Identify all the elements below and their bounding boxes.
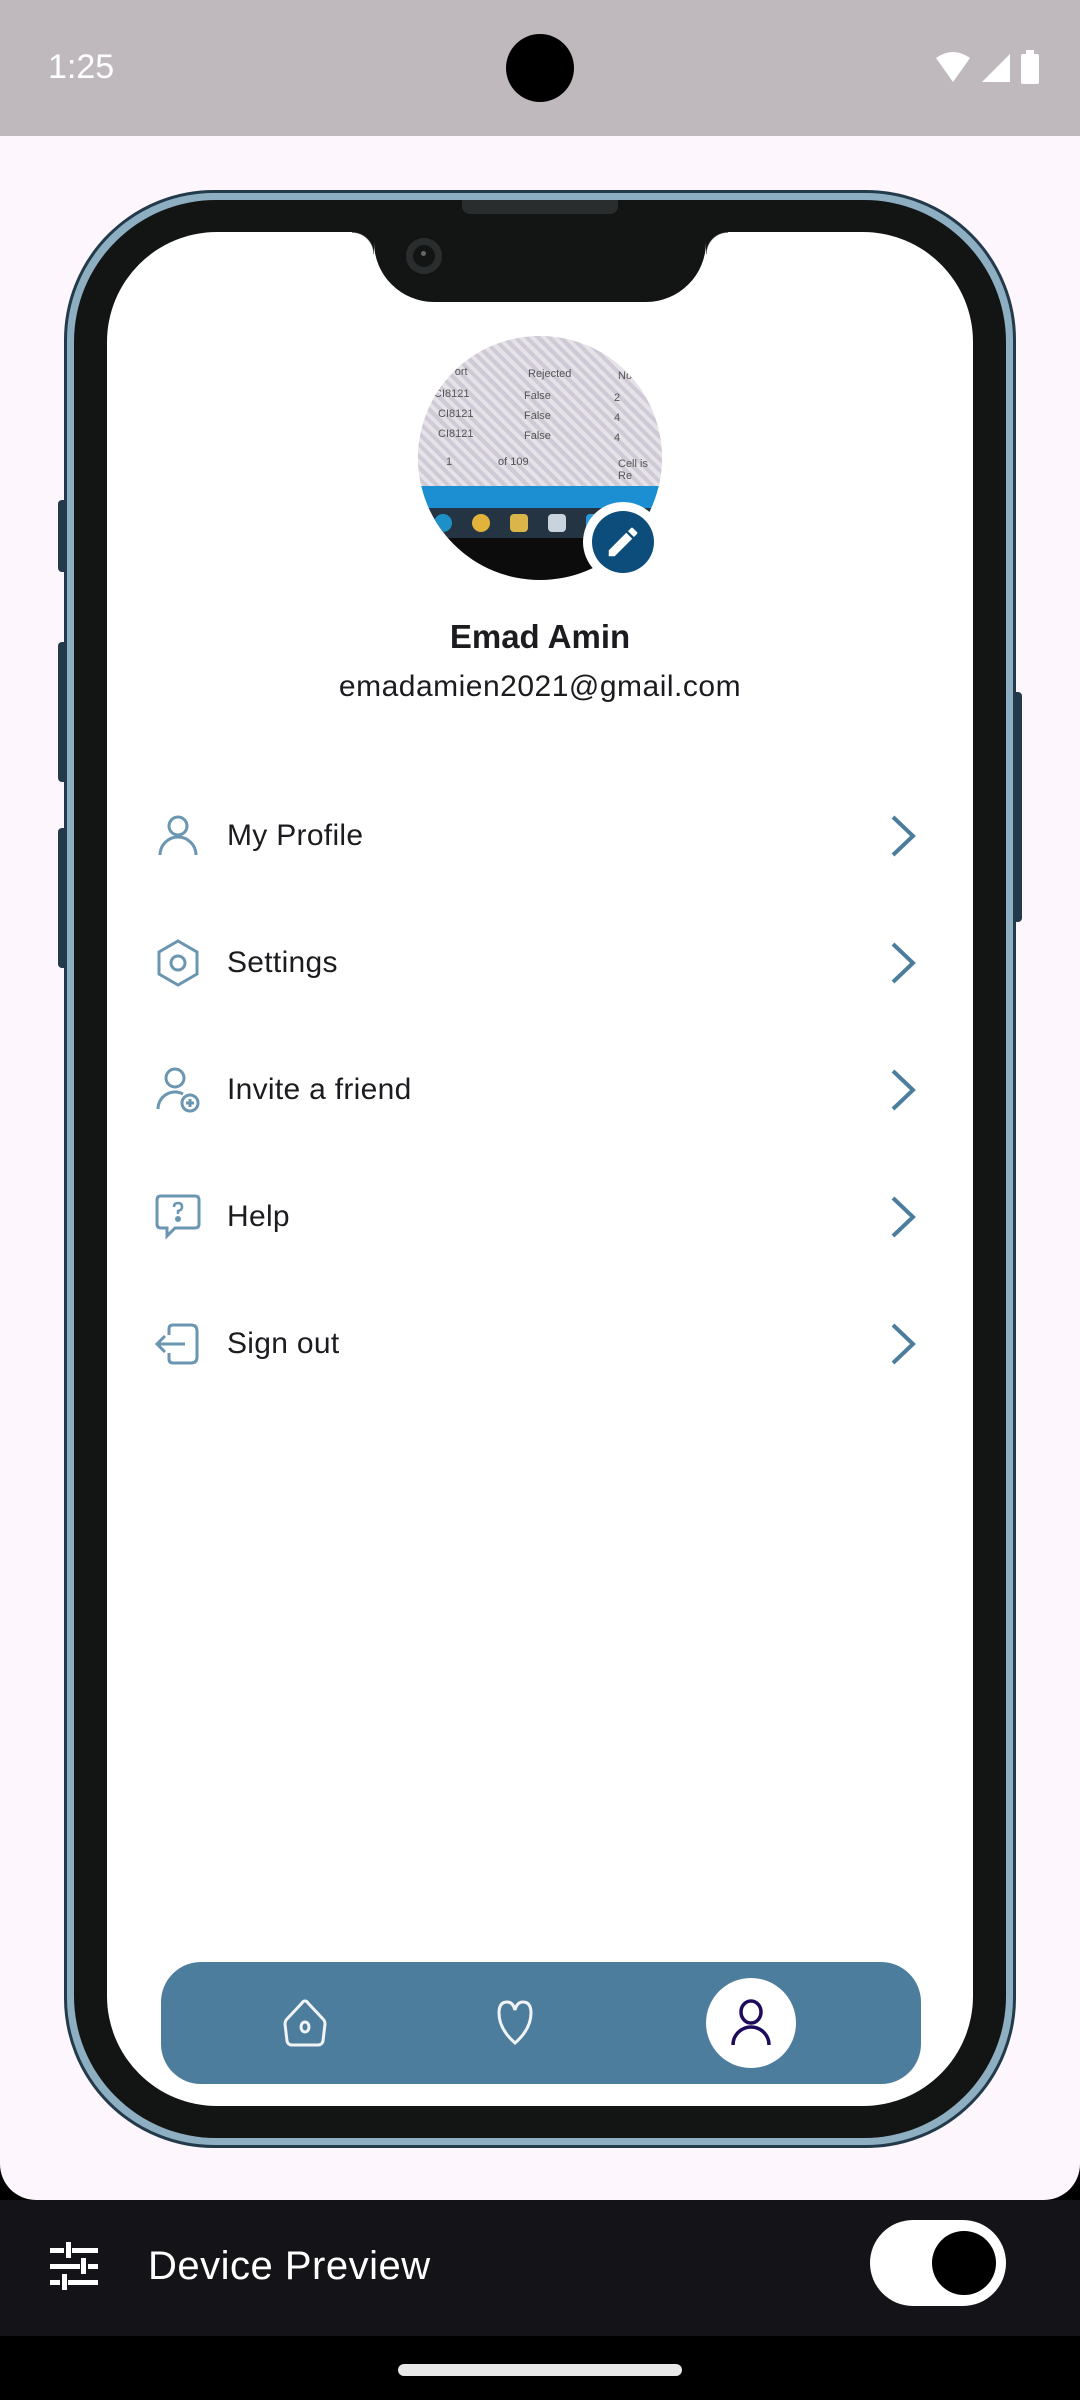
photo-text: Fort — [448, 366, 468, 378]
photo-text: No — [618, 370, 633, 382]
chevron-right-icon — [891, 942, 916, 983]
menu-item-invite-friend[interactable]: Invite a friend — [107, 1026, 973, 1153]
photo-text: 1 — [446, 456, 453, 468]
menu-item-sign-out[interactable]: Sign out — [107, 1280, 973, 1407]
home-icon — [283, 1999, 327, 2047]
chevron-right-icon — [891, 1323, 916, 1364]
avatar-photo: Fort Rejected No CI8121 False 2 CI8121 F… — [418, 336, 662, 486]
status-icons — [934, 50, 1040, 84]
chevron-right-icon — [891, 1196, 916, 1237]
photo-text: Cell is Re — [618, 458, 648, 482]
user-icon — [158, 815, 198, 855]
sliders-icon[interactable] — [48, 2240, 100, 2292]
photo-text: 4 — [614, 412, 621, 424]
device-notch — [352, 232, 728, 302]
help-chat-icon — [155, 1194, 201, 1240]
user-name: Emad Amin — [449, 618, 631, 655]
photo-text: 4 — [614, 432, 621, 444]
front-camera — [506, 34, 574, 102]
device-preview-toggle[interactable] — [870, 2220, 1006, 2306]
toggle-knob — [932, 2231, 996, 2295]
signal-icon — [982, 54, 1010, 82]
home-indicator[interactable] — [398, 2364, 682, 2376]
nav-favorites-button[interactable] — [470, 1978, 560, 2068]
menu-item-label: Help — [227, 1199, 290, 1233]
photo-text: 2 — [614, 392, 621, 404]
status-time: 1:25 — [48, 48, 115, 86]
pencil-icon — [608, 527, 638, 557]
user-icon — [731, 1999, 771, 2046]
photo-text: False — [524, 390, 551, 402]
settings-hexagon-icon — [157, 938, 199, 987]
user-add-icon — [156, 1067, 200, 1112]
device-speaker — [462, 200, 618, 214]
menu-item-label: Sign out — [227, 1326, 340, 1360]
nav-home-button[interactable] — [260, 1978, 350, 2068]
menu-item-label: Invite a friend — [227, 1072, 412, 1106]
menu-item-label: Settings — [227, 945, 338, 979]
menu-item-help[interactable]: Help — [107, 1153, 973, 1280]
menu-item-settings[interactable]: Settings — [107, 899, 973, 1026]
menu-item-my-profile[interactable]: My Profile — [107, 772, 973, 899]
photo-text: Rejected — [528, 368, 572, 380]
user-email: emadamien2021@gmail.com — [338, 670, 742, 703]
app-screen: Fort Rejected No CI8121 False 2 CI8121 F… — [107, 232, 973, 2106]
device-preview-toolbar: Device Preview — [0, 2200, 1080, 2336]
profile-menu: My Profile Settings Invite a friend Help… — [107, 772, 973, 1407]
edit-avatar-button[interactable] — [583, 502, 663, 582]
nav-profile-button[interactable] — [706, 1978, 796, 2068]
photo-text: of 109 — [498, 456, 529, 468]
device-preview-label: Device Preview — [148, 2244, 431, 2288]
wifi-icon — [936, 52, 970, 82]
heart-icon — [497, 2000, 533, 2045]
chevron-right-icon — [891, 815, 916, 856]
photo-text: False — [524, 410, 551, 422]
photo-text: False — [524, 430, 551, 442]
battery-icon — [1021, 50, 1039, 84]
photo-text: CI8121 — [438, 428, 474, 440]
photo-text: CI8121 — [434, 388, 470, 400]
chevron-right-icon — [891, 1069, 916, 1110]
sign-out-icon — [154, 1323, 199, 1364]
menu-item-label: My Profile — [227, 818, 364, 852]
notch-camera — [406, 238, 442, 274]
bottom-navigation-bar — [161, 1962, 921, 2084]
photo-text: CI8121 — [438, 408, 474, 420]
status-bar: 1:25 — [0, 0, 1080, 136]
